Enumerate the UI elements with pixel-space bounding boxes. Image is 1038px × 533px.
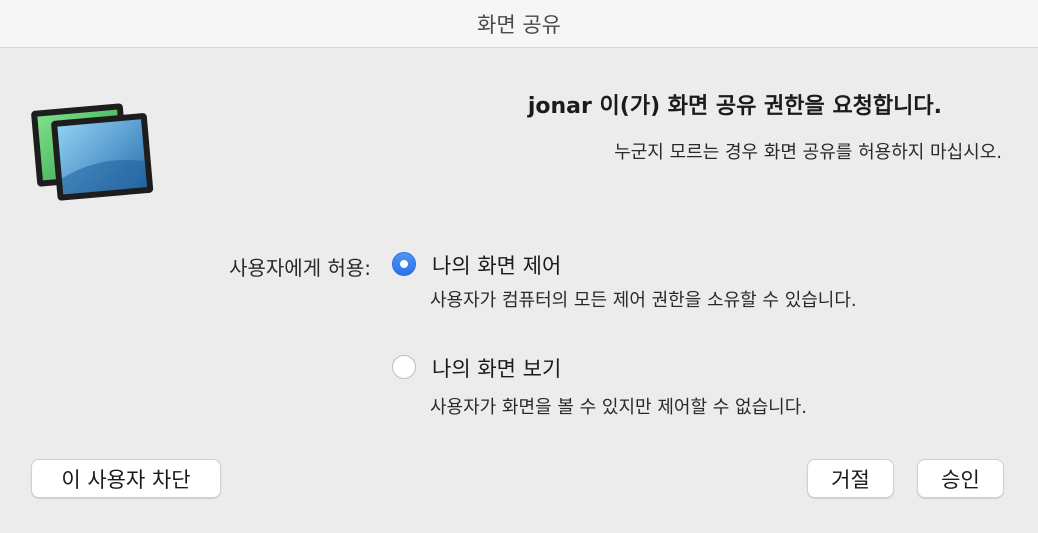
screen-sharing-app-icon [31, 103, 154, 201]
radio-view-screen[interactable] [392, 355, 416, 379]
option-view-screen-description: 사용자가 화면을 볼 수 있지만 제어할 수 없습니다. [430, 397, 807, 418]
request-warning: 누군지 모르는 경우 화면 공유를 허용하지 마십시오. [614, 142, 1002, 163]
allow-label: 사용자에게 허용: [229, 256, 371, 280]
window-title: 화면 공유 [477, 12, 561, 37]
option-control-screen-description: 사용자가 컴퓨터의 모든 제어 권한을 소유할 수 있습니다. [430, 290, 857, 311]
request-heading: jonar 이(가) 화면 공유 권한을 요청합니다. [527, 94, 942, 119]
accept-button[interactable]: 승인 [917, 459, 1004, 498]
option-control-screen-label[interactable]: 나의 화면 제어 [432, 250, 561, 280]
window-titlebar: 화면 공유 [0, 0, 1038, 48]
block-user-button[interactable]: 이 사용자 차단 [31, 459, 221, 498]
option-view-screen-label[interactable]: 나의 화면 보기 [432, 353, 561, 383]
decline-button[interactable]: 거절 [807, 459, 894, 498]
radio-control-screen[interactable] [392, 252, 416, 276]
